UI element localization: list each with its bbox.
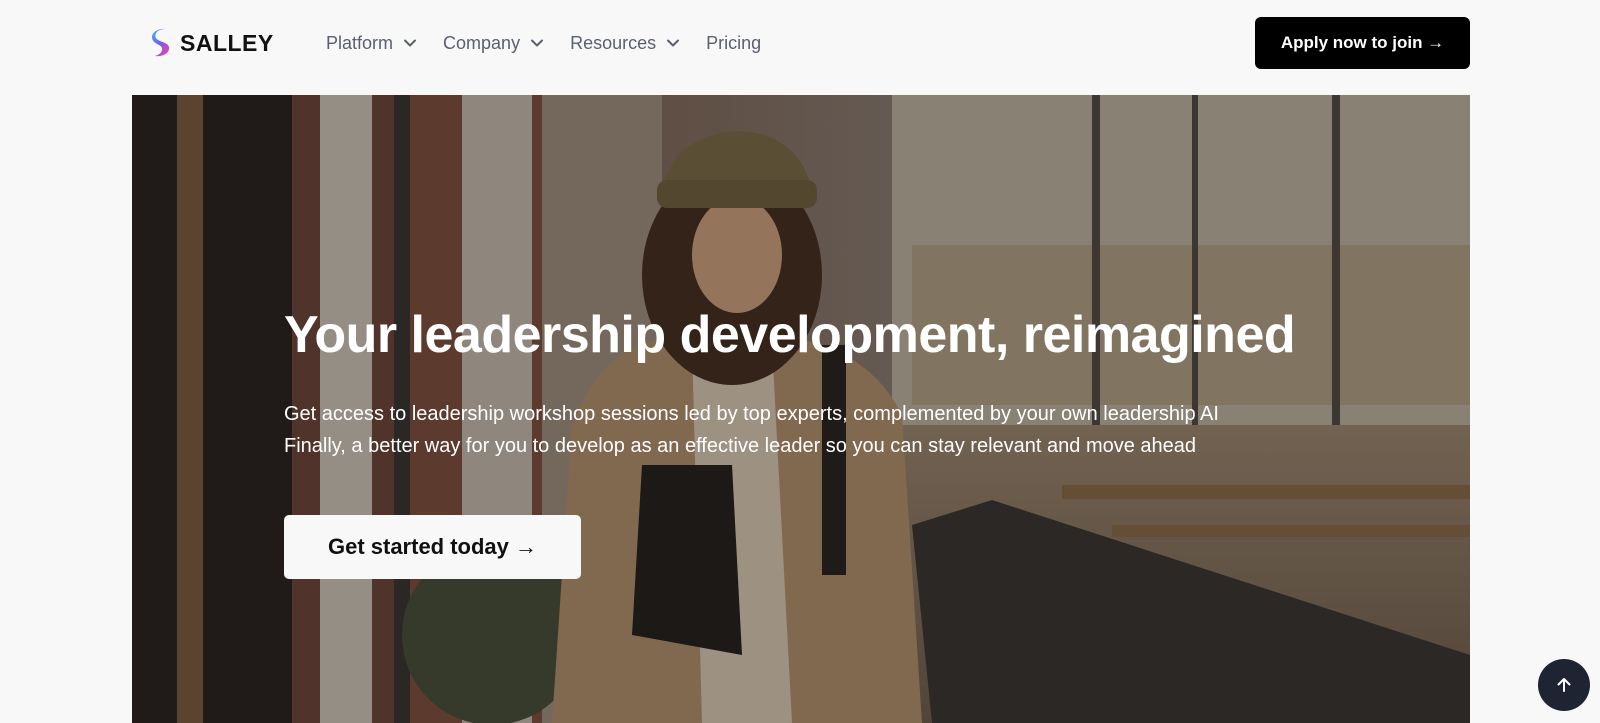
salley-logo-icon (152, 28, 170, 57)
nav-item-label: Resources (570, 32, 657, 53)
nav-item-label: Platform (326, 32, 394, 53)
hero-section: Your leadership development, reimagined … (132, 95, 1470, 723)
hero-subtitle-line-1: Get access to leadership workshop sessio… (284, 403, 1219, 425)
chevron-down-icon (531, 39, 544, 47)
chevron-down-icon (404, 39, 417, 47)
get-started-button[interactable]: Get started today → (284, 515, 581, 579)
arrow-up-icon (1557, 678, 1571, 692)
top-navbar: SALLEY Platform Company Resources Pricin… (0, 0, 1600, 86)
brand-logo[interactable]: SALLEY (151, 28, 274, 58)
hero-subtitle: Get access to leadership workshop sessio… (284, 398, 1404, 462)
hero-subtitle-line-2: Finally, a better way for you to develop… (284, 435, 1197, 457)
scroll-to-top-button[interactable] (1538, 659, 1590, 711)
hero-title: Your leadership development, reimagined (284, 306, 1296, 364)
brand-name: SALLEY (180, 29, 274, 56)
nav-item-company[interactable]: Company (443, 33, 544, 54)
apply-now-button[interactable]: Apply now to join → (1255, 17, 1470, 69)
nav-item-label: Pricing (706, 32, 762, 53)
nav-item-label: Company (443, 32, 521, 53)
nav-item-platform[interactable]: Platform (326, 33, 417, 54)
chevron-down-icon (667, 39, 680, 47)
nav-item-pricing[interactable]: Pricing (706, 33, 761, 54)
nav-item-resources[interactable]: Resources (570, 33, 680, 54)
main-nav: Platform Company Resources Pricing (326, 30, 787, 56)
